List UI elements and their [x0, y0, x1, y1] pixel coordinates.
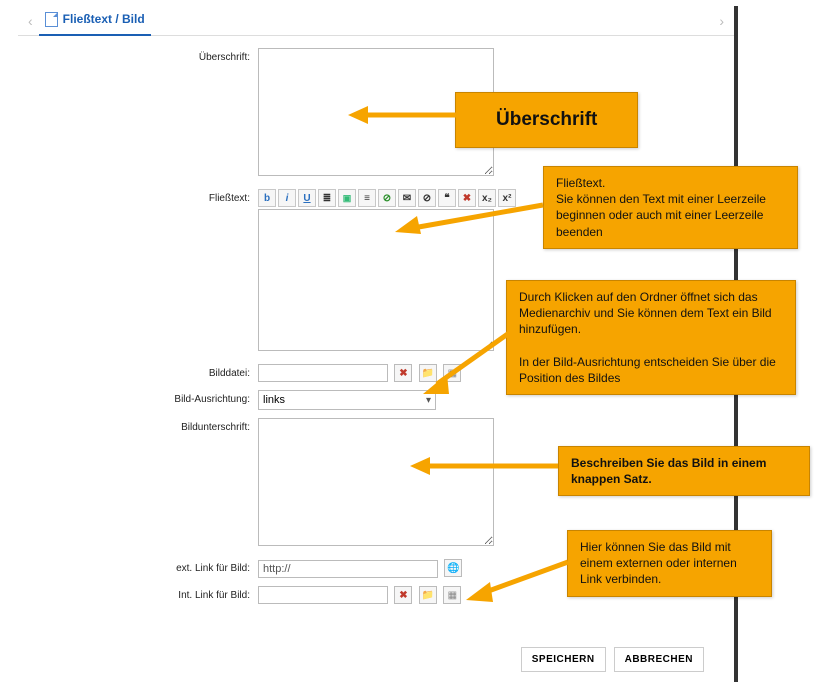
select-align[interactable]: links ▾	[258, 390, 436, 410]
document-icon	[45, 12, 58, 27]
arrow-icon	[410, 452, 560, 480]
label-body: Fließtext:	[26, 189, 258, 204]
cancel-button[interactable]: ABBRECHEN	[614, 647, 704, 672]
tab-prev[interactable]: ‹	[22, 13, 39, 29]
callout-link: Hier können Sie das Bild mit einem exter…	[567, 530, 772, 597]
label-extlink: ext. Link für Bild:	[26, 559, 258, 574]
arrow-icon	[463, 555, 573, 605]
label-heading: Überschrift:	[26, 48, 258, 63]
callout-folder: Durch Klicken auf den Ordner öffnet sich…	[506, 280, 796, 395]
align-button[interactable]: ≣	[318, 189, 336, 207]
browse-intlink-button[interactable]: 📁	[419, 586, 437, 604]
save-button[interactable]: SPEICHERN	[521, 647, 606, 672]
bold-button[interactable]: b	[258, 189, 276, 207]
footer: SPEICHERN ABBRECHEN	[521, 647, 704, 672]
intlink-info-button[interactable]: ▦	[443, 586, 461, 604]
callout-caption: Beschreiben Sie das Bild in einem knappe…	[558, 446, 810, 496]
input-extlink[interactable]	[258, 560, 438, 578]
input-file[interactable]	[258, 364, 388, 382]
justify-button[interactable]: ≡	[358, 189, 376, 207]
clear-file-button[interactable]: ✖	[394, 364, 412, 382]
callout-heading: Überschrift	[455, 92, 638, 148]
tab-fliesstext-bild[interactable]: Fließtext / Bild	[39, 6, 151, 36]
italic-button[interactable]: i	[278, 189, 296, 207]
image-button[interactable]: ▣	[338, 189, 356, 207]
label-intlink: Int. Link für Bild:	[26, 586, 258, 601]
tab-bar: ‹ Fließtext / Bild ›	[18, 6, 734, 36]
label-caption: Bildunterschrift:	[26, 418, 258, 433]
arrow-icon	[419, 328, 514, 398]
label-file: Bilddatei:	[26, 364, 258, 379]
open-extlink-button[interactable]: 🌐	[444, 559, 462, 577]
arrow-icon	[348, 100, 458, 130]
underline-button[interactable]: U	[298, 189, 316, 207]
clear-intlink-button[interactable]: ✖	[394, 586, 412, 604]
input-caption[interactable]	[258, 418, 494, 546]
arrow-icon	[393, 200, 548, 240]
callout-body: Fließtext. Sie können den Text mit einer…	[543, 166, 798, 249]
label-align: Bild-Ausrichtung:	[26, 390, 258, 405]
tab-label: Fließtext / Bild	[63, 12, 145, 26]
input-intlink[interactable]	[258, 586, 388, 604]
select-align-value: links	[263, 394, 285, 406]
tab-next[interactable]: ›	[713, 13, 730, 29]
